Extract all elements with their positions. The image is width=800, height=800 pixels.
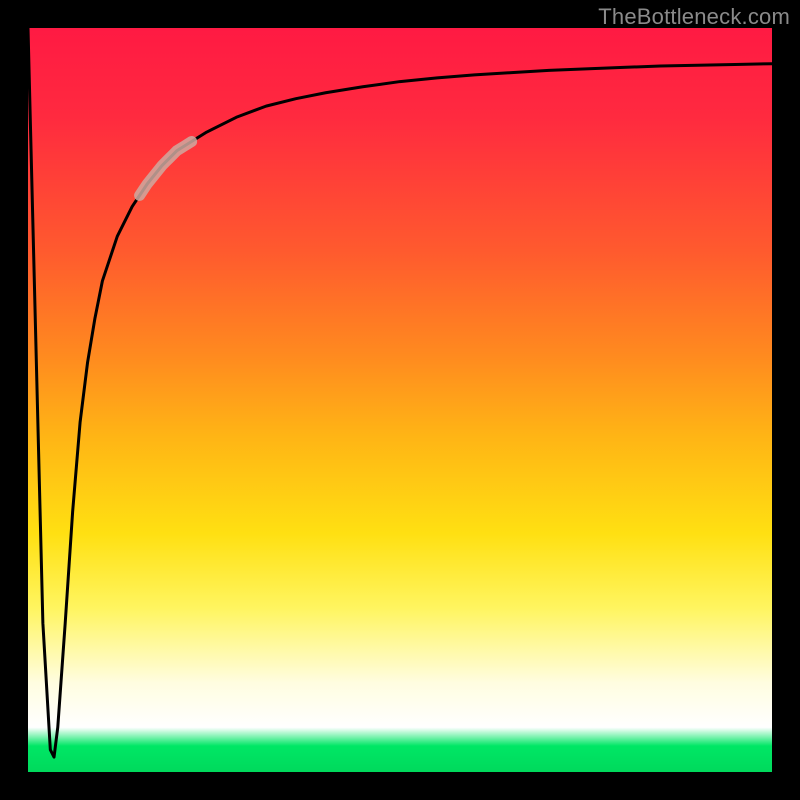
- bottleneck-curve: [28, 28, 772, 757]
- curve-layer: [28, 28, 772, 772]
- watermark-text: TheBottleneck.com: [598, 4, 790, 30]
- chart-frame: [28, 28, 772, 772]
- curve-highlight-segment: [140, 141, 192, 195]
- chart-stage: TheBottleneck.com: [0, 0, 800, 800]
